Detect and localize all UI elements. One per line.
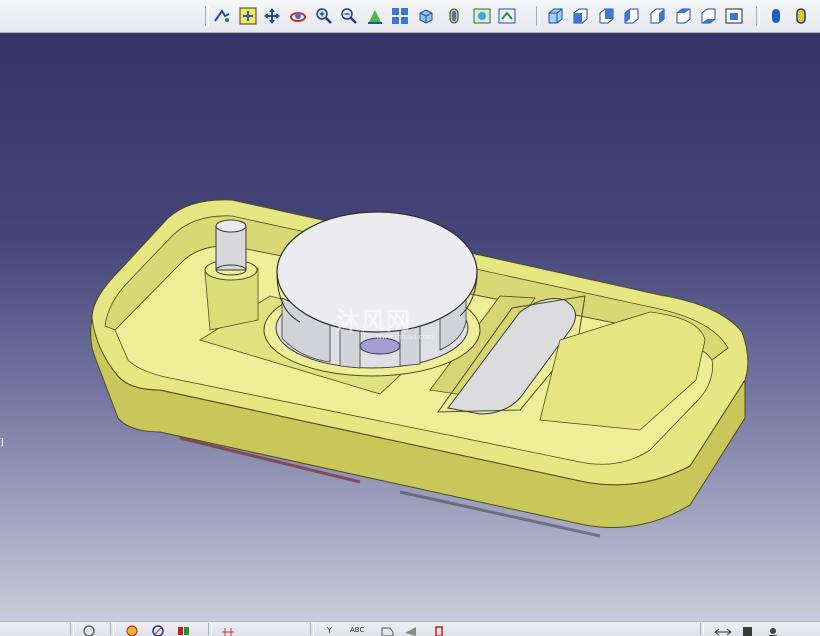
pin — [215, 225, 247, 271]
watermark-url: www.mfcad.com — [376, 333, 434, 341]
view-bottom-icon[interactable] — [698, 6, 718, 26]
toolbar-separator — [110, 623, 114, 635]
toolbar-separator — [756, 6, 760, 26]
watermark-title: 沐风网 — [336, 307, 411, 335]
pin-top — [215, 219, 247, 233]
shading-edges-icon[interactable] — [791, 6, 811, 26]
axis-y-icon[interactable]: Y — [327, 624, 332, 636]
user-icon[interactable] — [740, 624, 754, 636]
bottom-toolbar: Y ABC — [0, 621, 820, 636]
swap-space-icon[interactable] — [497, 6, 517, 26]
view-back-icon[interactable] — [596, 6, 616, 26]
toolbar-separator — [70, 623, 74, 635]
fly-mode-icon[interactable] — [212, 6, 232, 26]
view-top-icon[interactable] — [673, 6, 693, 26]
snap-icon[interactable] — [82, 624, 96, 636]
rotate-icon[interactable] — [288, 6, 308, 26]
zoom-in-icon[interactable] — [314, 6, 334, 26]
toolbar-separator — [310, 623, 314, 635]
text-icon[interactable]: ABC — [350, 624, 364, 636]
render-style-icon[interactable] — [444, 6, 464, 26]
toolbar-separator — [205, 6, 209, 26]
named-views-icon[interactable] — [724, 6, 744, 26]
view-left-icon[interactable] — [621, 6, 641, 26]
normal-view-icon[interactable] — [365, 6, 385, 26]
view-front-icon[interactable] — [570, 6, 590, 26]
fit-all-icon[interactable] — [238, 6, 258, 26]
toolbar-separator — [536, 6, 540, 26]
apply-material-icon[interactable] — [714, 624, 732, 636]
view-right-icon[interactable] — [647, 6, 667, 26]
toolbar-separator — [208, 623, 212, 635]
material-icon[interactable] — [176, 624, 192, 636]
constraint-icon[interactable] — [150, 624, 166, 636]
3d-viewport[interactable]: ] 沐风网 www.mfcad.com — [0, 33, 820, 621]
sketch-icon[interactable] — [124, 624, 140, 636]
annotation-icon[interactable] — [380, 624, 394, 636]
watermark: 沐风网 www.mfcad.com — [336, 301, 434, 341]
axis-y-label: Y — [327, 625, 332, 635]
zoom-out-icon[interactable] — [339, 6, 359, 26]
isometric-view-icon[interactable] — [416, 6, 436, 26]
pan-icon[interactable] — [262, 6, 282, 26]
multi-view-icon[interactable] — [390, 6, 410, 26]
text-label: ABC — [350, 626, 365, 634]
measure-icon[interactable] — [433, 624, 445, 636]
hide-show-icon[interactable] — [472, 6, 492, 26]
flag-icon[interactable] — [402, 624, 418, 636]
settings-icon[interactable] — [766, 624, 780, 636]
axis-icon[interactable] — [220, 624, 236, 636]
view-toolbar — [0, 0, 820, 33]
shading-icon[interactable] — [766, 6, 786, 26]
view-iso-icon[interactable] — [545, 6, 565, 26]
toolbar-separator — [700, 623, 704, 635]
